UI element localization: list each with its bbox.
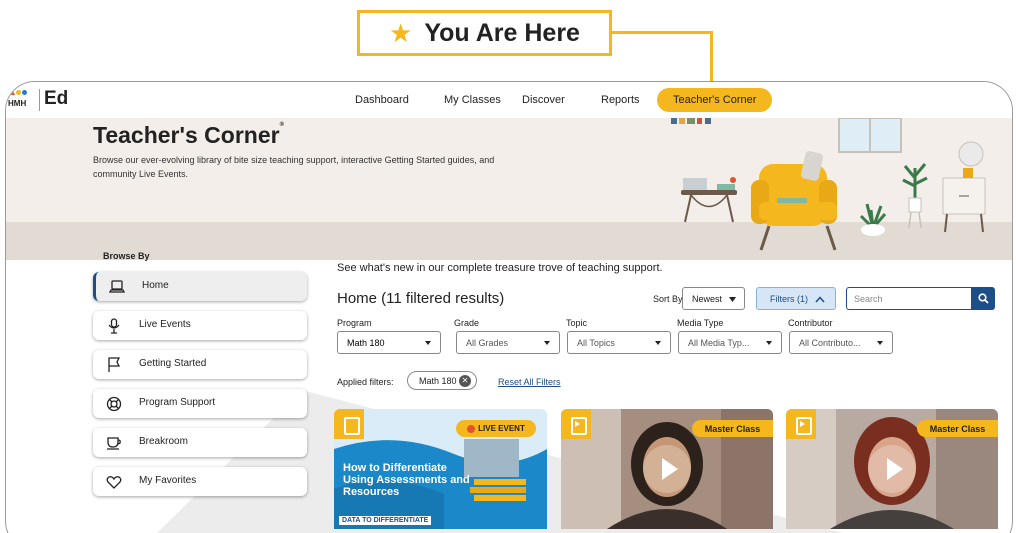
applied-filter-chip: Math 180 ✕ — [407, 371, 477, 390]
remove-filter-icon[interactable]: ✕ — [459, 375, 471, 387]
logo-divider — [39, 89, 40, 111]
filters-button-label: Filters (1) — [770, 293, 808, 304]
app-window: HMH Ed Dashboard My Classes Discover Rep… — [5, 81, 1013, 533]
logo-triangle-icon — [9, 89, 15, 95]
sidebar-item-getting-started[interactable]: Getting Started — [93, 350, 307, 379]
master-class-badge: Master Class — [692, 420, 773, 437]
chevron-down-icon — [729, 297, 736, 302]
laptop-icon — [109, 280, 125, 293]
chevron-down-icon — [766, 341, 772, 345]
app-brand: Ed — [44, 88, 69, 109]
sort-value: Newest — [692, 293, 723, 304]
flag-icon — [108, 357, 121, 372]
screenshot: ★ You Are Here HMH Ed Dashboard My Class… — [0, 0, 1016, 533]
registered-mark: ® — [279, 122, 284, 128]
sidebar-item-label: Getting Started — [139, 358, 207, 369]
filter-contributor-value: All Contributo... — [799, 337, 861, 348]
sidebar-item-label: Home — [142, 280, 169, 291]
sidebar-item-my-favorites[interactable]: My Favorites — [93, 467, 307, 496]
sidebar-item-label: Breakroom — [139, 436, 188, 447]
nav-discover[interactable]: Discover — [522, 88, 565, 112]
filter-program-value: Math 180 — [347, 337, 385, 348]
browse-by-heading: Browse By — [103, 251, 150, 261]
callout-connector — [612, 31, 713, 83]
filter-grade-value: All Grades — [466, 337, 509, 348]
applied-filters-label: Applied filters: — [337, 377, 394, 387]
content-card-master-class-2[interactable]: Master Class — [786, 409, 998, 529]
sidebar-item-label: Program Support — [139, 397, 216, 408]
filter-grade-select[interactable]: All Grades — [456, 331, 560, 354]
content-card-live-event[interactable]: LIVE EVENT How to Differentiate Using As… — [334, 409, 547, 529]
coffee-cup-icon — [107, 437, 121, 450]
filter-topic-label: Topic — [566, 318, 588, 328]
logo-hmh-text: HMH — [8, 99, 27, 108]
hmh-logo[interactable]: HMH — [8, 88, 34, 114]
lounge-illustration — [671, 118, 986, 251]
play-icon[interactable] — [868, 445, 916, 493]
chevron-down-icon — [425, 341, 431, 345]
chevron-down-icon — [544, 341, 550, 345]
sidebar-item-program-support[interactable]: Program Support — [93, 389, 307, 418]
chevron-up-icon — [815, 296, 825, 303]
sort-by-label: Sort By — [653, 294, 683, 304]
heart-icon — [106, 476, 122, 489]
sidebar-item-home[interactable]: Home — [93, 272, 307, 301]
live-dot-icon — [467, 424, 476, 433]
filter-media-type-select[interactable]: All Media Typ... — [678, 331, 782, 354]
filter-grade-label: Grade — [454, 318, 480, 328]
page-title-text: Teacher's Corner — [93, 122, 280, 148]
sidebar-item-label: Live Events — [139, 319, 191, 330]
search-icon — [978, 293, 989, 304]
nav-reports[interactable]: Reports — [601, 88, 640, 112]
chevron-down-icon — [655, 341, 661, 345]
filter-program-label: Program — [337, 318, 372, 328]
chip-label: Math 180 — [419, 375, 457, 386]
slides-badge-icon — [334, 409, 364, 439]
card-tag: DATA TO DIFFERENTIATE — [339, 516, 432, 525]
you-are-here-callout: ★ You Are Here — [357, 10, 612, 56]
reset-all-filters-link[interactable]: Reset All Filters — [498, 377, 561, 387]
card-title: How to Differentiate Using Assessments a… — [343, 462, 470, 498]
filter-program-select[interactable]: Math 180 — [337, 331, 441, 354]
live-event-badge-text: LIVE EVENT — [478, 424, 525, 433]
logo-dots-icon — [16, 90, 27, 95]
nav-my-classes[interactable]: My Classes — [444, 88, 501, 112]
chevron-down-icon — [877, 341, 883, 345]
star-icon: ★ — [389, 18, 413, 48]
sort-dropdown[interactable]: Newest — [682, 287, 745, 310]
filter-media-type-value: All Media Typ... — [688, 337, 750, 348]
filter-topic-value: All Topics — [577, 337, 615, 348]
filter-contributor-select[interactable]: All Contributo... — [789, 331, 893, 354]
play-icon[interactable] — [643, 445, 691, 493]
page-title: Teacher's Corner® — [93, 122, 284, 149]
sidebar-item-label: My Favorites — [139, 475, 197, 486]
lifebuoy-icon — [106, 396, 122, 412]
sidebar-item-live-events[interactable]: Live Events — [93, 311, 307, 340]
live-event-badge: LIVE EVENT — [456, 420, 536, 437]
intro-text: See what's new in our complete treasure … — [337, 262, 663, 274]
filter-media-type-label: Media Type — [677, 318, 724, 328]
callout-text: You Are Here — [424, 18, 580, 47]
filter-topic-select[interactable]: All Topics — [567, 331, 671, 354]
results-title: Home (11 filtered results) — [337, 290, 505, 307]
filter-contributor-label: Contributor — [788, 318, 833, 328]
nav-teachers-corner[interactable]: Teacher's Corner — [657, 88, 773, 112]
sidebar-item-breakroom[interactable]: Breakroom — [93, 428, 307, 457]
hero-description: Browse our ever-evolving library of bite… — [93, 155, 495, 179]
search-button[interactable] — [971, 287, 995, 310]
nav-dashboard[interactable]: Dashboard — [355, 88, 409, 112]
top-nav-bar: HMH Ed Dashboard My Classes Discover Rep… — [6, 82, 1012, 118]
video-badge-icon — [561, 409, 591, 439]
content-card-master-class-1[interactable]: Master Class — [561, 409, 773, 529]
video-badge-icon — [786, 409, 816, 439]
search-input[interactable]: Search — [846, 287, 972, 310]
filters-button[interactable]: Filters (1) — [756, 287, 836, 310]
master-class-badge: Master Class — [917, 420, 998, 437]
microphone-icon — [108, 318, 120, 334]
